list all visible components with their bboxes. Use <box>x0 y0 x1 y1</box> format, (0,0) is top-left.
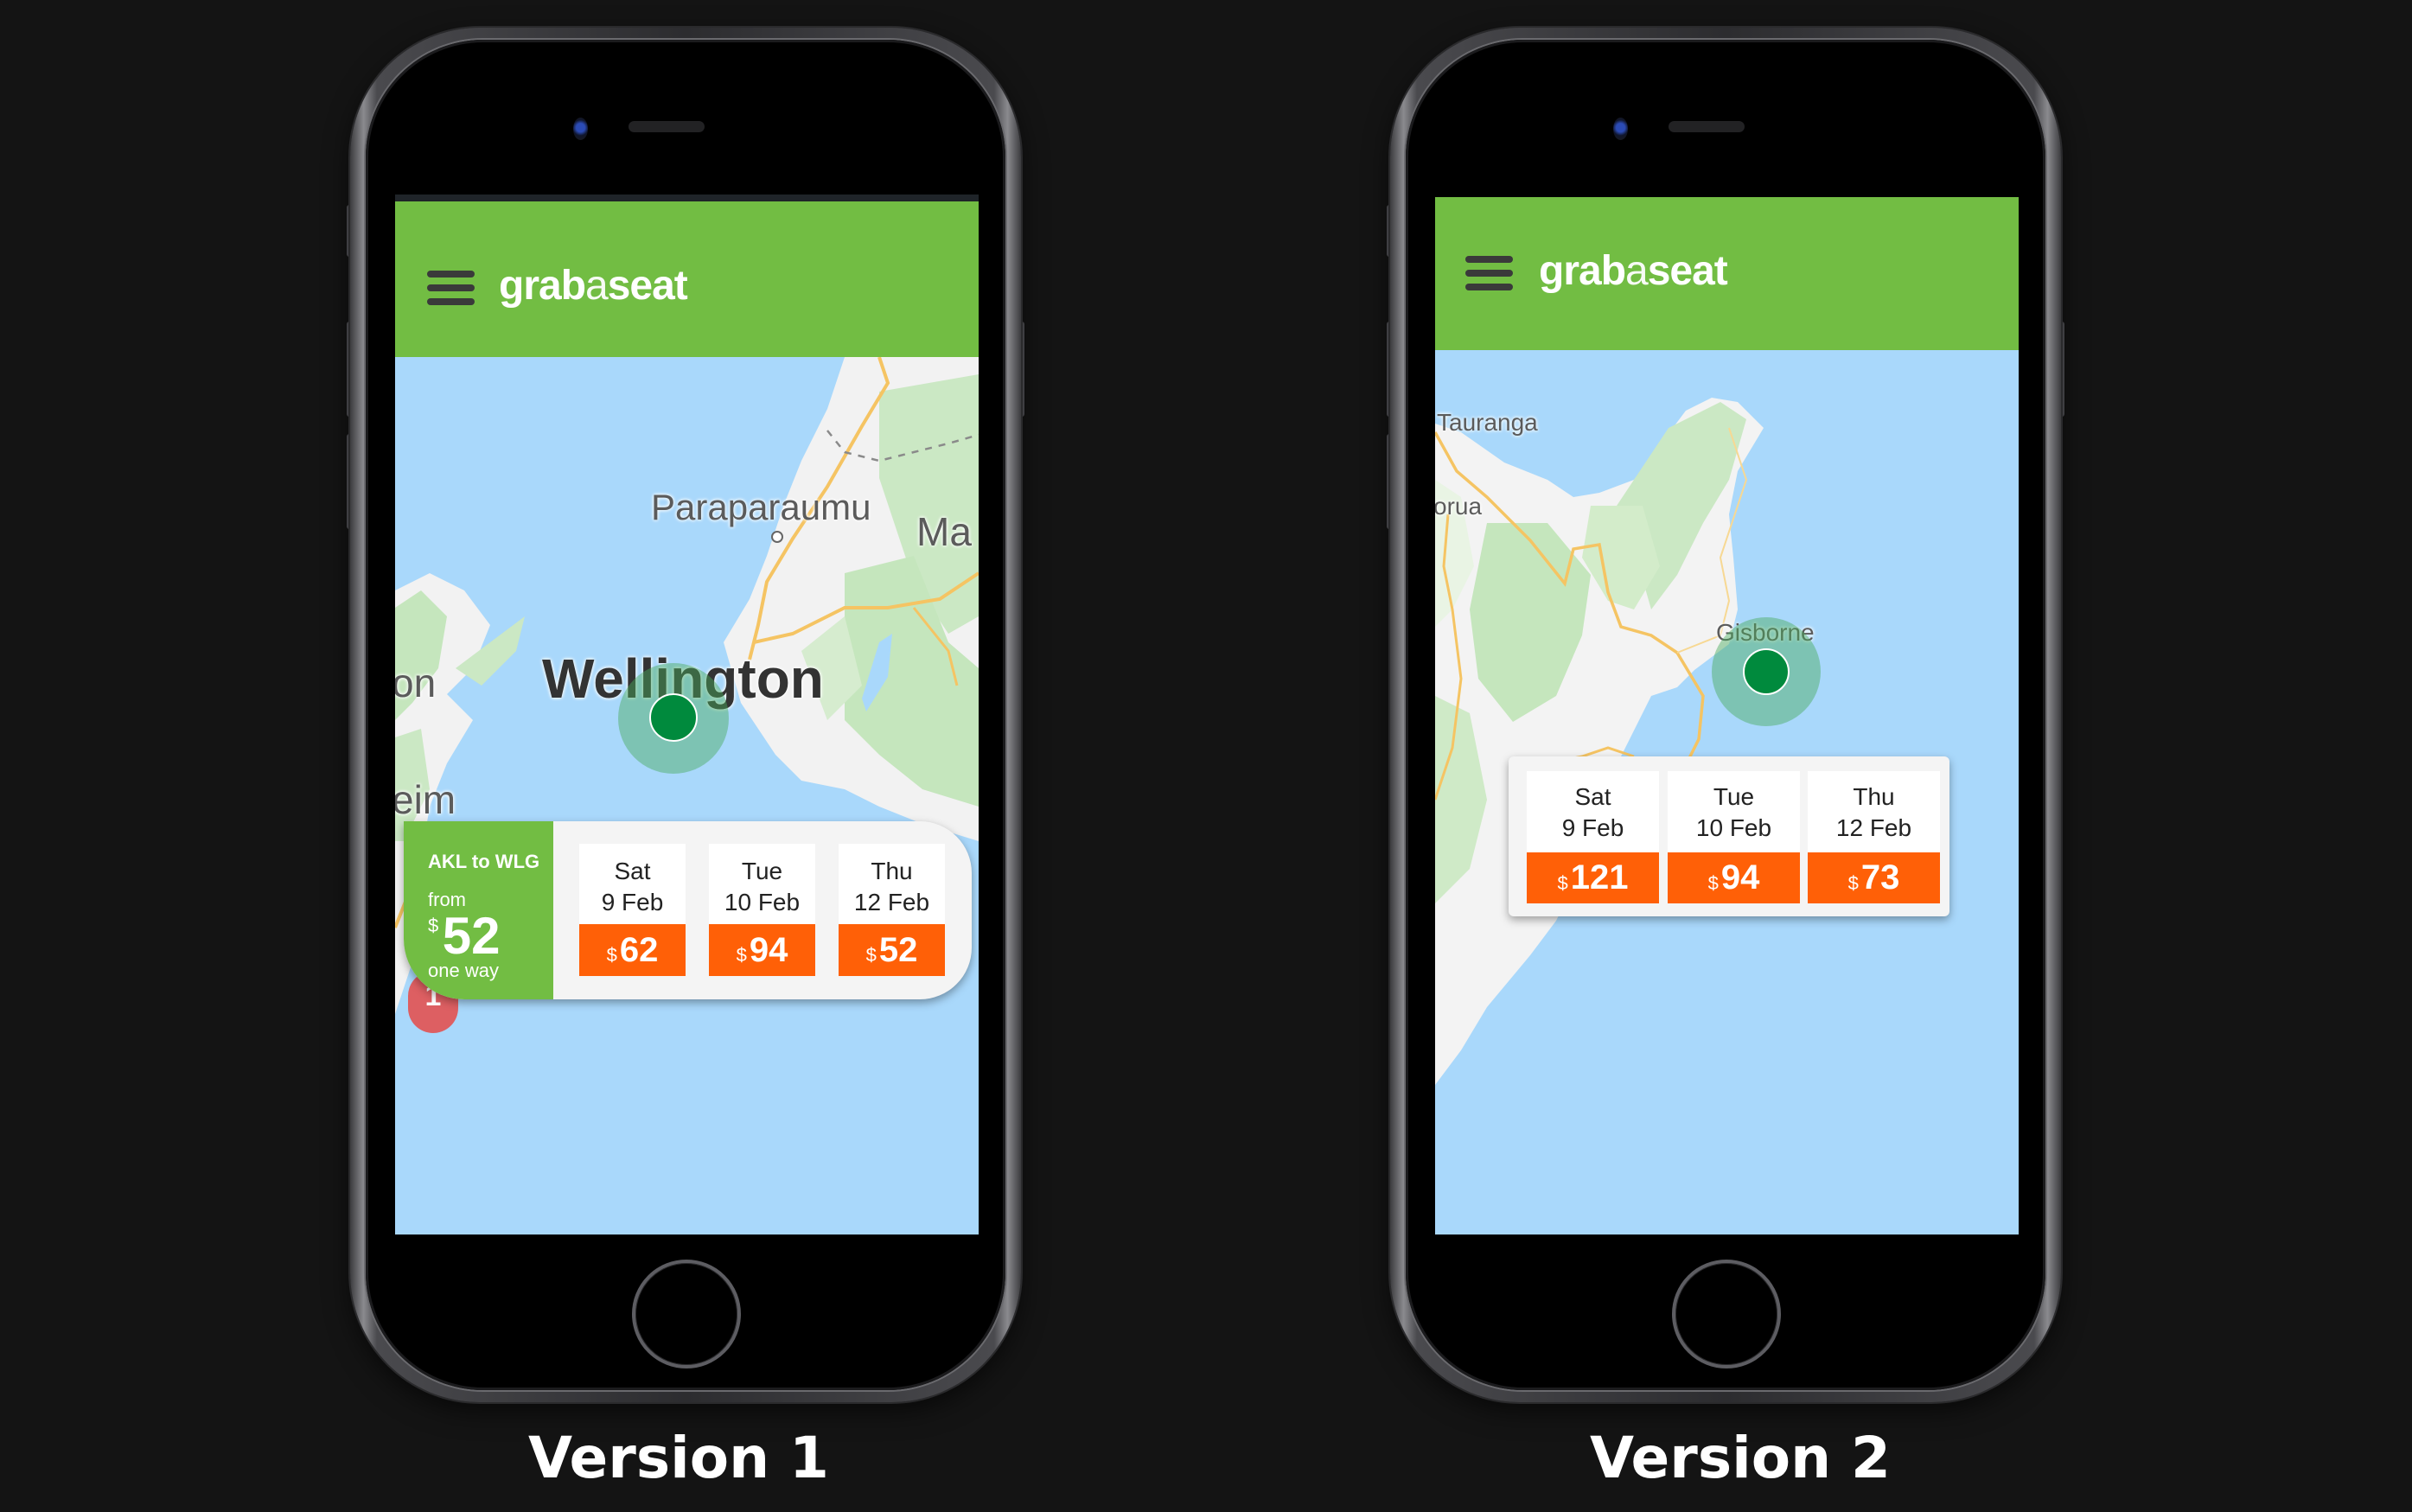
price-amount: 94 <box>1720 858 1760 896</box>
price-amount: 94 <box>749 931 788 969</box>
map-label-orua: orua <box>1435 493 1483 520</box>
location-pin-icon[interactable] <box>649 693 698 742</box>
date-option[interactable]: Thu 12 Feb $52 <box>839 844 945 976</box>
date-option[interactable]: Tue 10 Feb $94 <box>709 844 815 976</box>
price-currency: $ <box>1557 872 1568 894</box>
map-label-on: on <box>395 660 437 705</box>
date-weekday: Tue <box>741 858 783 884</box>
map-view[interactable]: Tauranga orua Gisborne Sat 9 Feb $121 Tu… <box>1435 350 2019 1234</box>
date-option[interactable]: Tue 10 Feb $94 <box>1668 771 1800 903</box>
date-weekday: Thu <box>1853 783 1895 810</box>
location-pin-icon[interactable] <box>1743 648 1790 695</box>
date-option[interactable]: Sat 9 Feb $62 <box>579 844 686 976</box>
date-price[interactable]: $94 <box>709 924 815 976</box>
price-amount: 121 <box>1570 858 1629 896</box>
date-price[interactable]: $121 <box>1527 852 1659 903</box>
date-day: 9 Feb <box>1561 814 1624 841</box>
app-screen: grabaseat Paraparaumu Ma Wellington on e… <box>395 195 979 1234</box>
front-camera-icon <box>1613 118 1628 140</box>
map-label-ma: Ma <box>916 509 972 554</box>
logo-text-a: a <box>585 263 609 309</box>
app-header: grabaseat <box>1435 197 2019 350</box>
date-day: 9 Feb <box>601 889 664 915</box>
date-weekday: Sat <box>614 858 651 884</box>
hamburger-menu-icon[interactable] <box>427 271 475 305</box>
date-price[interactable]: $52 <box>839 924 945 976</box>
price-amount: 62 <box>619 931 659 969</box>
route-label: AKL to WLG <box>428 851 540 872</box>
home-button[interactable] <box>1672 1260 1781 1368</box>
phone-mockup-version-2: grabaseat Tauranga orua Gisborne Sat 9 F… <box>1387 28 2064 1402</box>
logo-text-a: a <box>1625 248 1649 294</box>
lowest-price-currency: $ <box>428 915 439 936</box>
fare-card[interactable]: Sat 9 Feb $121 Tue 10 Feb $94 Thu 12 Feb <box>1509 756 1949 916</box>
route-summary-panel[interactable]: AKL to WLG from $ 52 one way <box>404 821 553 999</box>
date-price[interactable]: $73 <box>1808 852 1940 903</box>
logo-text-grab: grab <box>1539 248 1626 294</box>
map-label-eim: eim <box>395 777 456 822</box>
trip-type-label: one way <box>428 960 499 981</box>
date-price[interactable]: $62 <box>579 924 686 976</box>
date-day: 12 Feb <box>1835 814 1912 841</box>
price-currency: $ <box>865 944 877 966</box>
date-day: 12 Feb <box>853 889 930 915</box>
price-currency: $ <box>1847 872 1859 894</box>
price-amount: 52 <box>878 931 918 969</box>
earpiece-speaker <box>629 121 705 132</box>
date-weekday: Sat <box>1574 783 1611 810</box>
map-label-paraparaumu: Paraparaumu <box>651 487 871 527</box>
lowest-price-amount: 52 <box>442 907 501 965</box>
grabaseat-logo[interactable]: grabaseat <box>499 263 688 309</box>
app-screen: grabaseat Tauranga orua Gisborne Sat 9 F… <box>1435 197 2019 1234</box>
date-day: 10 Feb <box>1695 814 1772 841</box>
earpiece-speaker <box>1669 121 1745 132</box>
date-day: 10 Feb <box>724 889 801 915</box>
hamburger-menu-icon[interactable] <box>1465 256 1513 290</box>
map-view[interactable]: Paraparaumu Ma Wellington on eim 1 AKL t… <box>395 357 979 1234</box>
lowest-price: $ 52 <box>428 906 500 966</box>
date-weekday: Thu <box>871 858 913 884</box>
date-option[interactable]: Thu 12 Feb $73 <box>1808 771 1940 903</box>
home-button[interactable] <box>632 1260 741 1368</box>
logo-text-seat: seat <box>1647 248 1728 294</box>
caption-version-1: Version 1 <box>528 1425 829 1491</box>
date-weekday: Tue <box>1713 783 1755 810</box>
app-header: grabaseat <box>395 195 979 364</box>
grabaseat-logo[interactable]: grabaseat <box>1539 248 1728 294</box>
price-currency: $ <box>736 944 747 966</box>
logo-text-grab: grab <box>499 263 586 309</box>
logo-text-seat: seat <box>607 263 688 309</box>
date-option[interactable]: Sat 9 Feb $121 <box>1527 771 1659 903</box>
phone-mockup-version-1: grabaseat Paraparaumu Ma Wellington on e… <box>347 28 1024 1402</box>
caption-version-2: Version 2 <box>1590 1425 1891 1491</box>
price-amount: 73 <box>1860 858 1900 896</box>
front-camera-icon <box>573 118 588 140</box>
price-currency: $ <box>606 944 617 966</box>
price-currency: $ <box>1707 872 1719 894</box>
fare-card[interactable]: AKL to WLG from $ 52 one way Sat 9 Feb $… <box>404 821 972 999</box>
date-price[interactable]: $94 <box>1668 852 1800 903</box>
map-label-tauranga: Tauranga <box>1437 409 1538 436</box>
